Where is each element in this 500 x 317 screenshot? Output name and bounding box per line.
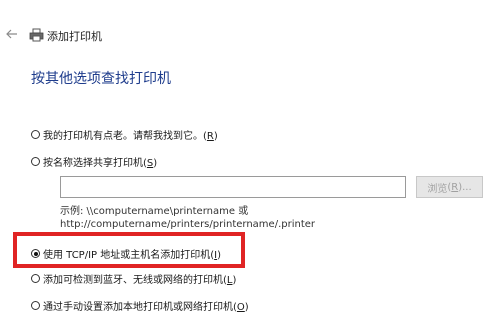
radio-bluetooth-wireless[interactable] [31, 274, 40, 283]
option-manual-local[interactable]: 通过手动设置添加本地打印机或网络打印机(O) [31, 298, 249, 313]
red-highlight-box [13, 232, 245, 268]
example-line-1: 示例: \\computername\printername 或 [60, 206, 249, 217]
option-old-printer[interactable]: 我的打印机有点老。请帮我找到它。(R) [31, 127, 218, 142]
page-title: 按其他选项查找打印机 [31, 71, 171, 87]
shared-printer-name-input[interactable] [60, 176, 406, 198]
browse-button[interactable]: 浏览(R)... [416, 176, 483, 198]
radio-old-printer[interactable] [31, 130, 40, 139]
example-text: 示例: \\computername\printername 或 http://… [60, 205, 315, 231]
option-shared-printer[interactable]: 按名称选择共享打印机(S) [31, 154, 157, 169]
back-arrow-icon[interactable] [5, 27, 19, 41]
option-manual-local-label: 通过手动设置添加本地打印机或网络打印机(O) [43, 302, 249, 313]
option-shared-printer-label: 按名称选择共享打印机(S) [43, 158, 158, 169]
option-bluetooth-wireless[interactable]: 添加可检测到蓝牙、无线或网络的打印机(L) [31, 271, 236, 286]
window-title: 添加打印机 [47, 30, 102, 43]
radio-shared-printer[interactable] [31, 157, 40, 166]
example-line-2: http://computername/printers/printername… [60, 219, 316, 230]
radio-manual-local[interactable] [31, 301, 40, 310]
option-bluetooth-wireless-label: 添加可检测到蓝牙、无线或网络的打印机(L) [43, 275, 237, 286]
option-old-printer-label: 我的打印机有点老。请帮我找到它。(R) [43, 131, 218, 142]
printer-icon [29, 28, 44, 42]
